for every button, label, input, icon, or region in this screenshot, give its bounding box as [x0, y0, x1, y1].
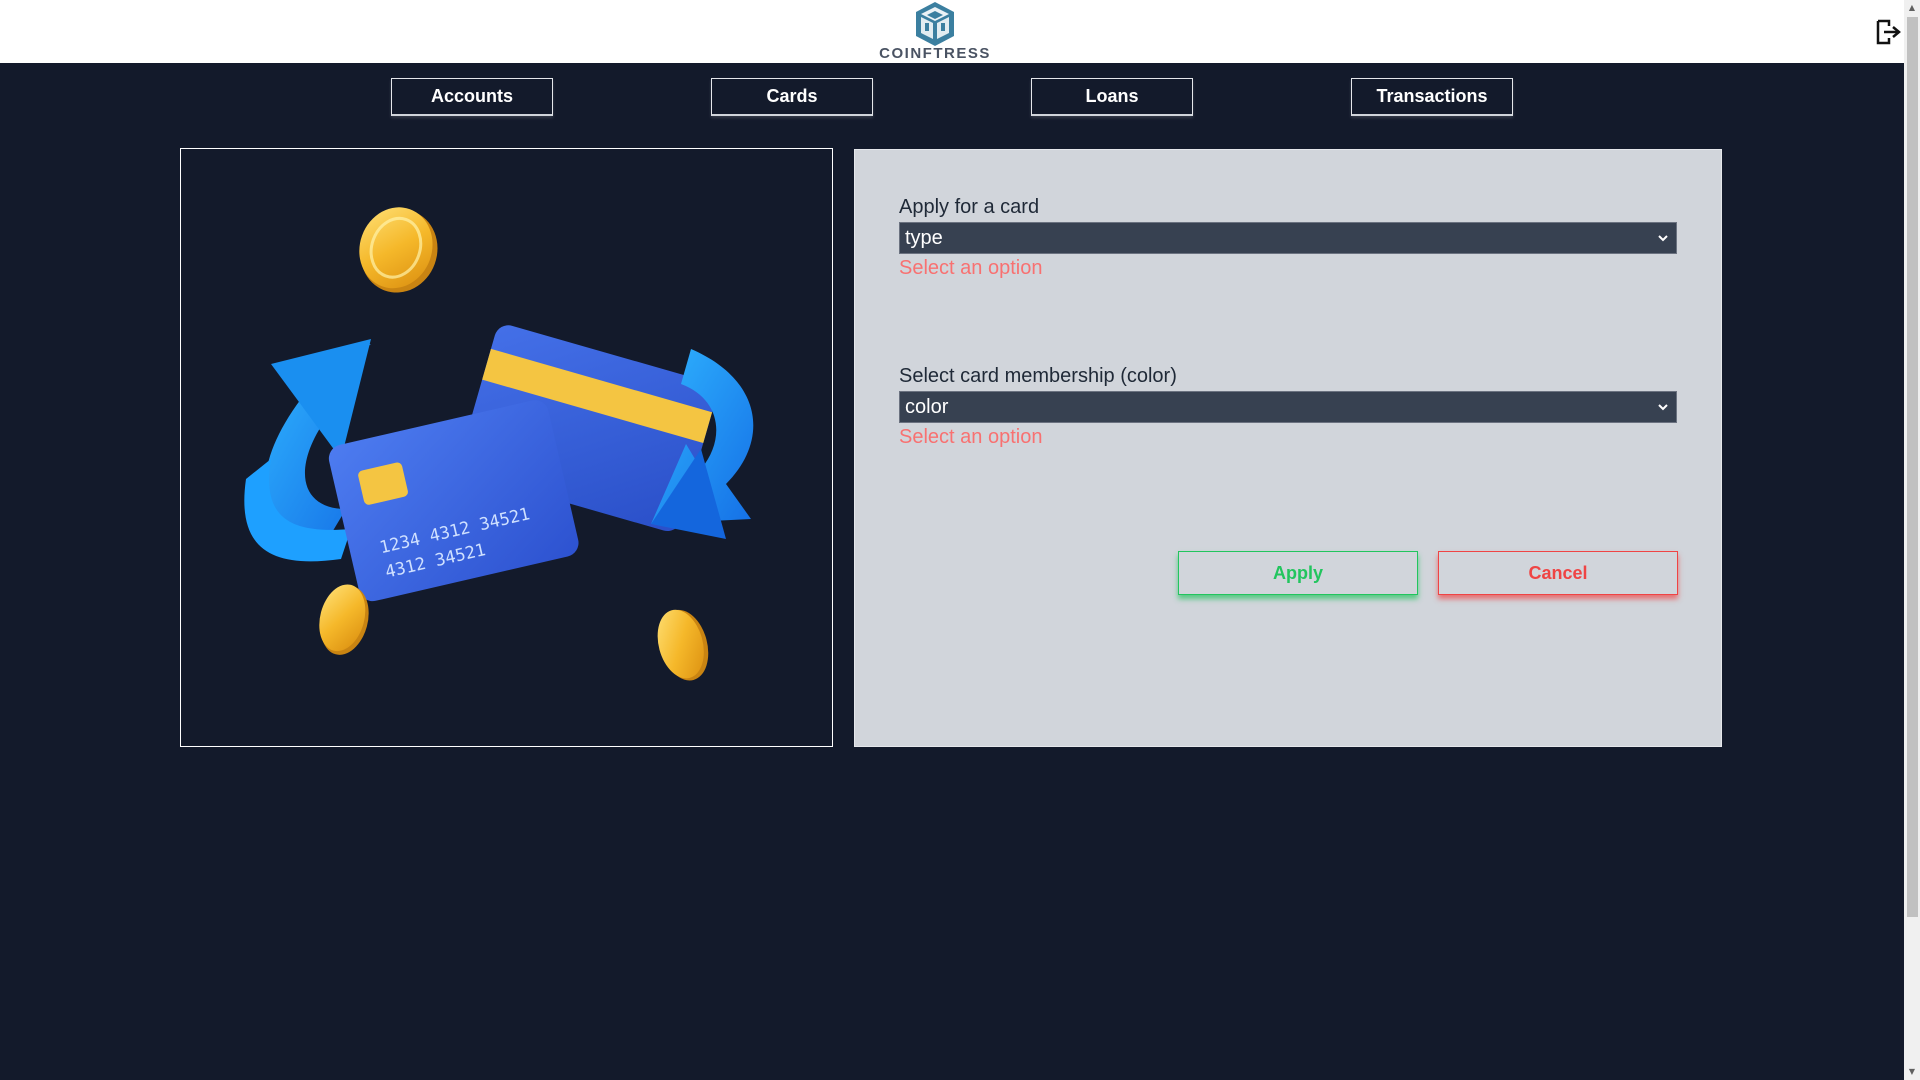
top-header: COINFTRESS [0, 0, 1904, 63]
coin-icon [657, 609, 709, 681]
nav-accounts-button[interactable]: Accounts [391, 78, 553, 116]
page-scrollbar[interactable]: ▲ ▼ [1904, 0, 1920, 1080]
card-type-select[interactable]: type [899, 222, 1677, 254]
apply-card-form: Apply for a card type Select an option S… [854, 149, 1722, 747]
card-color-label: Select card membership (color) [899, 365, 1177, 387]
card-color-selected-value: color [905, 395, 949, 418]
card-color-select[interactable]: color [899, 391, 1677, 423]
scroll-up-arrow-icon[interactable]: ▲ [1904, 0, 1920, 16]
scroll-down-arrow-icon[interactable]: ▼ [1904, 1064, 1920, 1080]
card-color-error: Select an option [899, 426, 1043, 448]
chevron-down-icon [1658, 404, 1668, 411]
logo[interactable]: COINFTRESS [878, 0, 992, 63]
card-type-label: Apply for a card [899, 196, 1040, 218]
logout-button[interactable] [1874, 18, 1902, 46]
nav-loans-button[interactable]: Loans [1031, 78, 1193, 116]
coin-icon [359, 207, 438, 293]
apply-button[interactable]: Apply [1178, 551, 1418, 595]
nav-transactions-button[interactable]: Transactions [1351, 78, 1513, 116]
chevron-down-icon [1658, 235, 1668, 242]
scroll-thumb[interactable] [1907, 17, 1918, 917]
nav-cards-button[interactable]: Cards [711, 78, 873, 116]
card-type-selected-value: type [905, 226, 943, 249]
card-type-error: Select an option [899, 257, 1043, 279]
card-illustration-panel: 1234 4312 34521 4312 34521 [180, 148, 833, 747]
credit-card-illustration: 1234 4312 34521 4312 34521 [244, 207, 754, 681]
cancel-button[interactable]: Cancel [1438, 551, 1678, 595]
logout-icon [1876, 19, 1901, 45]
fortress-logo-icon [916, 2, 954, 46]
logo-text: COINFTRESS [879, 45, 991, 62]
